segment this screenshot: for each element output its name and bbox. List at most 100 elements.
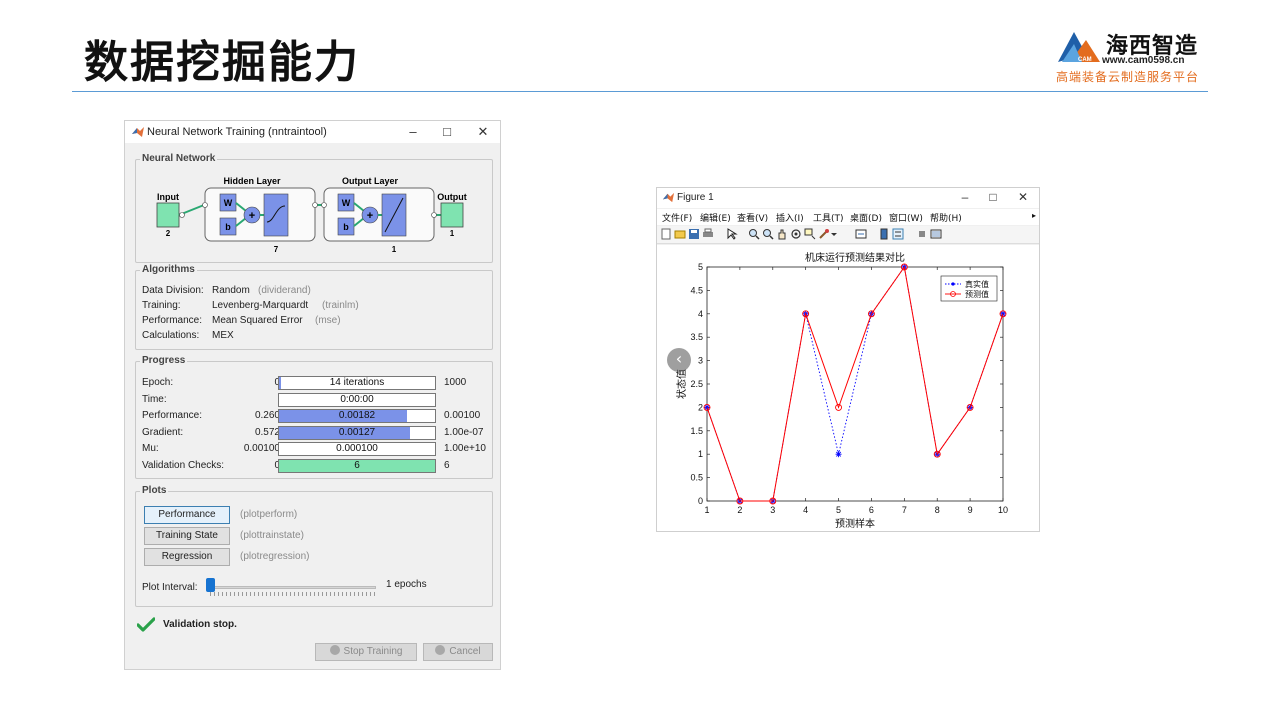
pan-icon[interactable] [776, 228, 788, 240]
nntraintool-title: Neural Network Training (nntraintool) [147, 126, 327, 138]
progress-bar: 0.000100 [278, 442, 436, 457]
data-cursor-icon[interactable] [804, 228, 816, 240]
progress-label: Mu: [142, 443, 159, 455]
plot-training-state-button[interactable]: Training State [144, 527, 230, 545]
progress-section-title: Progress [140, 355, 188, 366]
menu-window[interactable]: 窗口(W) [889, 211, 923, 224]
y-tick-label: 2.5 [690, 379, 703, 389]
y-tick-label: 1 [698, 449, 703, 459]
svg-text:W: W [224, 198, 233, 208]
plot-interval-slider-track[interactable] [210, 586, 376, 589]
progress-label: Performance: [142, 410, 203, 422]
figure-title: Figure 1 [677, 192, 714, 203]
hide-plot-tools-icon[interactable] [916, 228, 928, 240]
network-diagram: Input 2 Hidden Layer W b + 7 Output Laye… [156, 176, 467, 254]
progress-target-value: 1.00e+10 [444, 443, 486, 455]
progress-target-value: 1000 [444, 377, 467, 388]
svg-text:b: b [343, 222, 349, 232]
menu-view[interactable]: 查看(V) [737, 211, 768, 224]
maximize-button[interactable]: □ [437, 123, 457, 141]
link-plot-icon[interactable] [855, 228, 867, 240]
close-button[interactable]: ✕ [473, 123, 493, 141]
progress-target-value: 1.00e-07 [444, 426, 484, 438]
zoom-in-icon[interactable] [748, 228, 760, 240]
show-plot-tools-icon[interactable] [930, 228, 942, 240]
company-logo: CAM 海西智造 www.cam0598.cn 高端装备云制造服务平台 [1056, 28, 1206, 84]
progress-label: Gradient: [142, 426, 184, 438]
progress-target-value: 0.00100 [444, 410, 481, 422]
output-size: 1 [450, 229, 455, 238]
menu-help[interactable]: 帮助(H) [930, 211, 962, 224]
menu-edit[interactable]: 编辑(E) [700, 211, 731, 224]
legend-label-1: 真实值 [965, 279, 989, 289]
zoom-out-icon[interactable] [762, 228, 774, 240]
hidden-layer-label: Hidden Layer [223, 176, 281, 186]
input-label: Input [157, 192, 179, 202]
matlab-icon [662, 192, 675, 203]
save-icon[interactable] [688, 228, 700, 240]
progress-start-value: 0 [220, 377, 280, 388]
figure-window: Figure 1 – □ ✕ 文件(F) 编辑(E) 查看(V) 插入(I) 工… [656, 187, 1040, 532]
progress-bar: 14 iterations [278, 376, 436, 390]
brush-icon[interactable] [818, 228, 830, 240]
x-tick-label: 2 [737, 505, 742, 515]
logo-mark-icon: CAM [1058, 32, 1100, 63]
plot-performance-button[interactable]: Performance [144, 506, 230, 524]
insert-legend-icon[interactable] [892, 228, 904, 240]
progress-bar: 0.00127 [278, 425, 436, 440]
cancel-button[interactable]: Cancel [423, 643, 493, 661]
plot-interval-value: 1 epochs [386, 579, 427, 590]
figure-minimize-button[interactable]: – [955, 188, 975, 206]
line-chart[interactable]: 机床运行预测结果对比预测样本 状态值 1 2 3 4 5 6 7 8 9 10 0 0.5 1 1.5 2 2.5… [657, 245, 1040, 532]
plot-training-state-note: (plottrainstate) [240, 530, 304, 541]
brush-dropdown-icon[interactable] [830, 228, 838, 240]
figure-titlebar[interactable]: Figure 1 – □ ✕ [657, 188, 1039, 208]
figure-maximize-button[interactable]: □ [983, 188, 1003, 206]
nntraintool-window: Neural Network Training (nntraintool) – … [124, 120, 501, 670]
plots-panel: Plots Performance (plotperform) Training… [135, 485, 493, 607]
x-tick-label: 7 [902, 505, 907, 515]
logo-url: www.cam0598.cn [1102, 55, 1185, 66]
menu-desktop[interactable]: 桌面(D) [850, 211, 882, 224]
x-tick-label: 3 [770, 505, 775, 515]
algorithms-panel: Algorithms Data Division: Random (divide… [135, 264, 493, 350]
print-icon[interactable] [702, 228, 714, 240]
x-tick-label: 5 [836, 505, 841, 515]
svg-text:+: + [367, 210, 373, 222]
menu-insert[interactable]: 插入(I) [776, 211, 804, 224]
plot-interval-slider-thumb[interactable] [206, 578, 215, 592]
open-file-icon[interactable] [674, 228, 686, 240]
progress-start-value: 0.260 [254, 410, 280, 422]
svg-text:W: W [342, 198, 351, 208]
y-tick-label: 4 [698, 309, 703, 319]
progress-current-value: 0.000100 [336, 443, 378, 455]
logo-mark-text: CAM [1078, 57, 1092, 63]
nntraintool-titlebar[interactable]: Neural Network Training (nntraintool) – … [125, 121, 500, 143]
algorithm-row-performance: Performance: Mean Squared Error (mse) [142, 315, 341, 326]
pointer-icon[interactable] [726, 228, 738, 240]
menu-file[interactable]: 文件(F) [662, 211, 692, 224]
prev-slide-button[interactable]: ‹ [667, 348, 691, 372]
checkmark-icon [137, 617, 155, 632]
algorithm-row-training: Training: Levenberg-Marquardt (trainlm) [142, 300, 359, 311]
new-figure-icon[interactable] [660, 228, 672, 240]
figure-close-button[interactable]: ✕ [1013, 188, 1033, 206]
progress-panel: Progress Epoch: 0 14 iterations 1000 Time: 0:… [135, 355, 493, 479]
y-tick-label: 4.5 [690, 285, 703, 295]
insert-colorbar-icon[interactable] [878, 228, 890, 240]
x-tick-label: 1 [704, 505, 709, 515]
rotate-icon[interactable] [790, 228, 802, 240]
x-tick-label: 6 [869, 505, 874, 515]
figure-toolbar [657, 226, 1039, 244]
logo-tagline: 高端装备云制造服务平台 [1056, 70, 1200, 84]
plot-regression-button[interactable]: Regression [144, 548, 230, 566]
stop-training-button[interactable]: Stop Training [315, 643, 417, 661]
progress-current-value: 14 iterations [329, 377, 385, 388]
minimize-button[interactable]: – [403, 123, 423, 141]
plot-performance-note: (plotperform) [240, 509, 298, 520]
legend-marker-1 [951, 282, 955, 286]
menu-tools[interactable]: 工具(T) [813, 211, 844, 224]
menu-dock-arrow-icon[interactable]: ▸ [1032, 211, 1036, 220]
x-tick-label: 10 [998, 505, 1008, 515]
plot-interval-slider-ticks [210, 592, 376, 596]
